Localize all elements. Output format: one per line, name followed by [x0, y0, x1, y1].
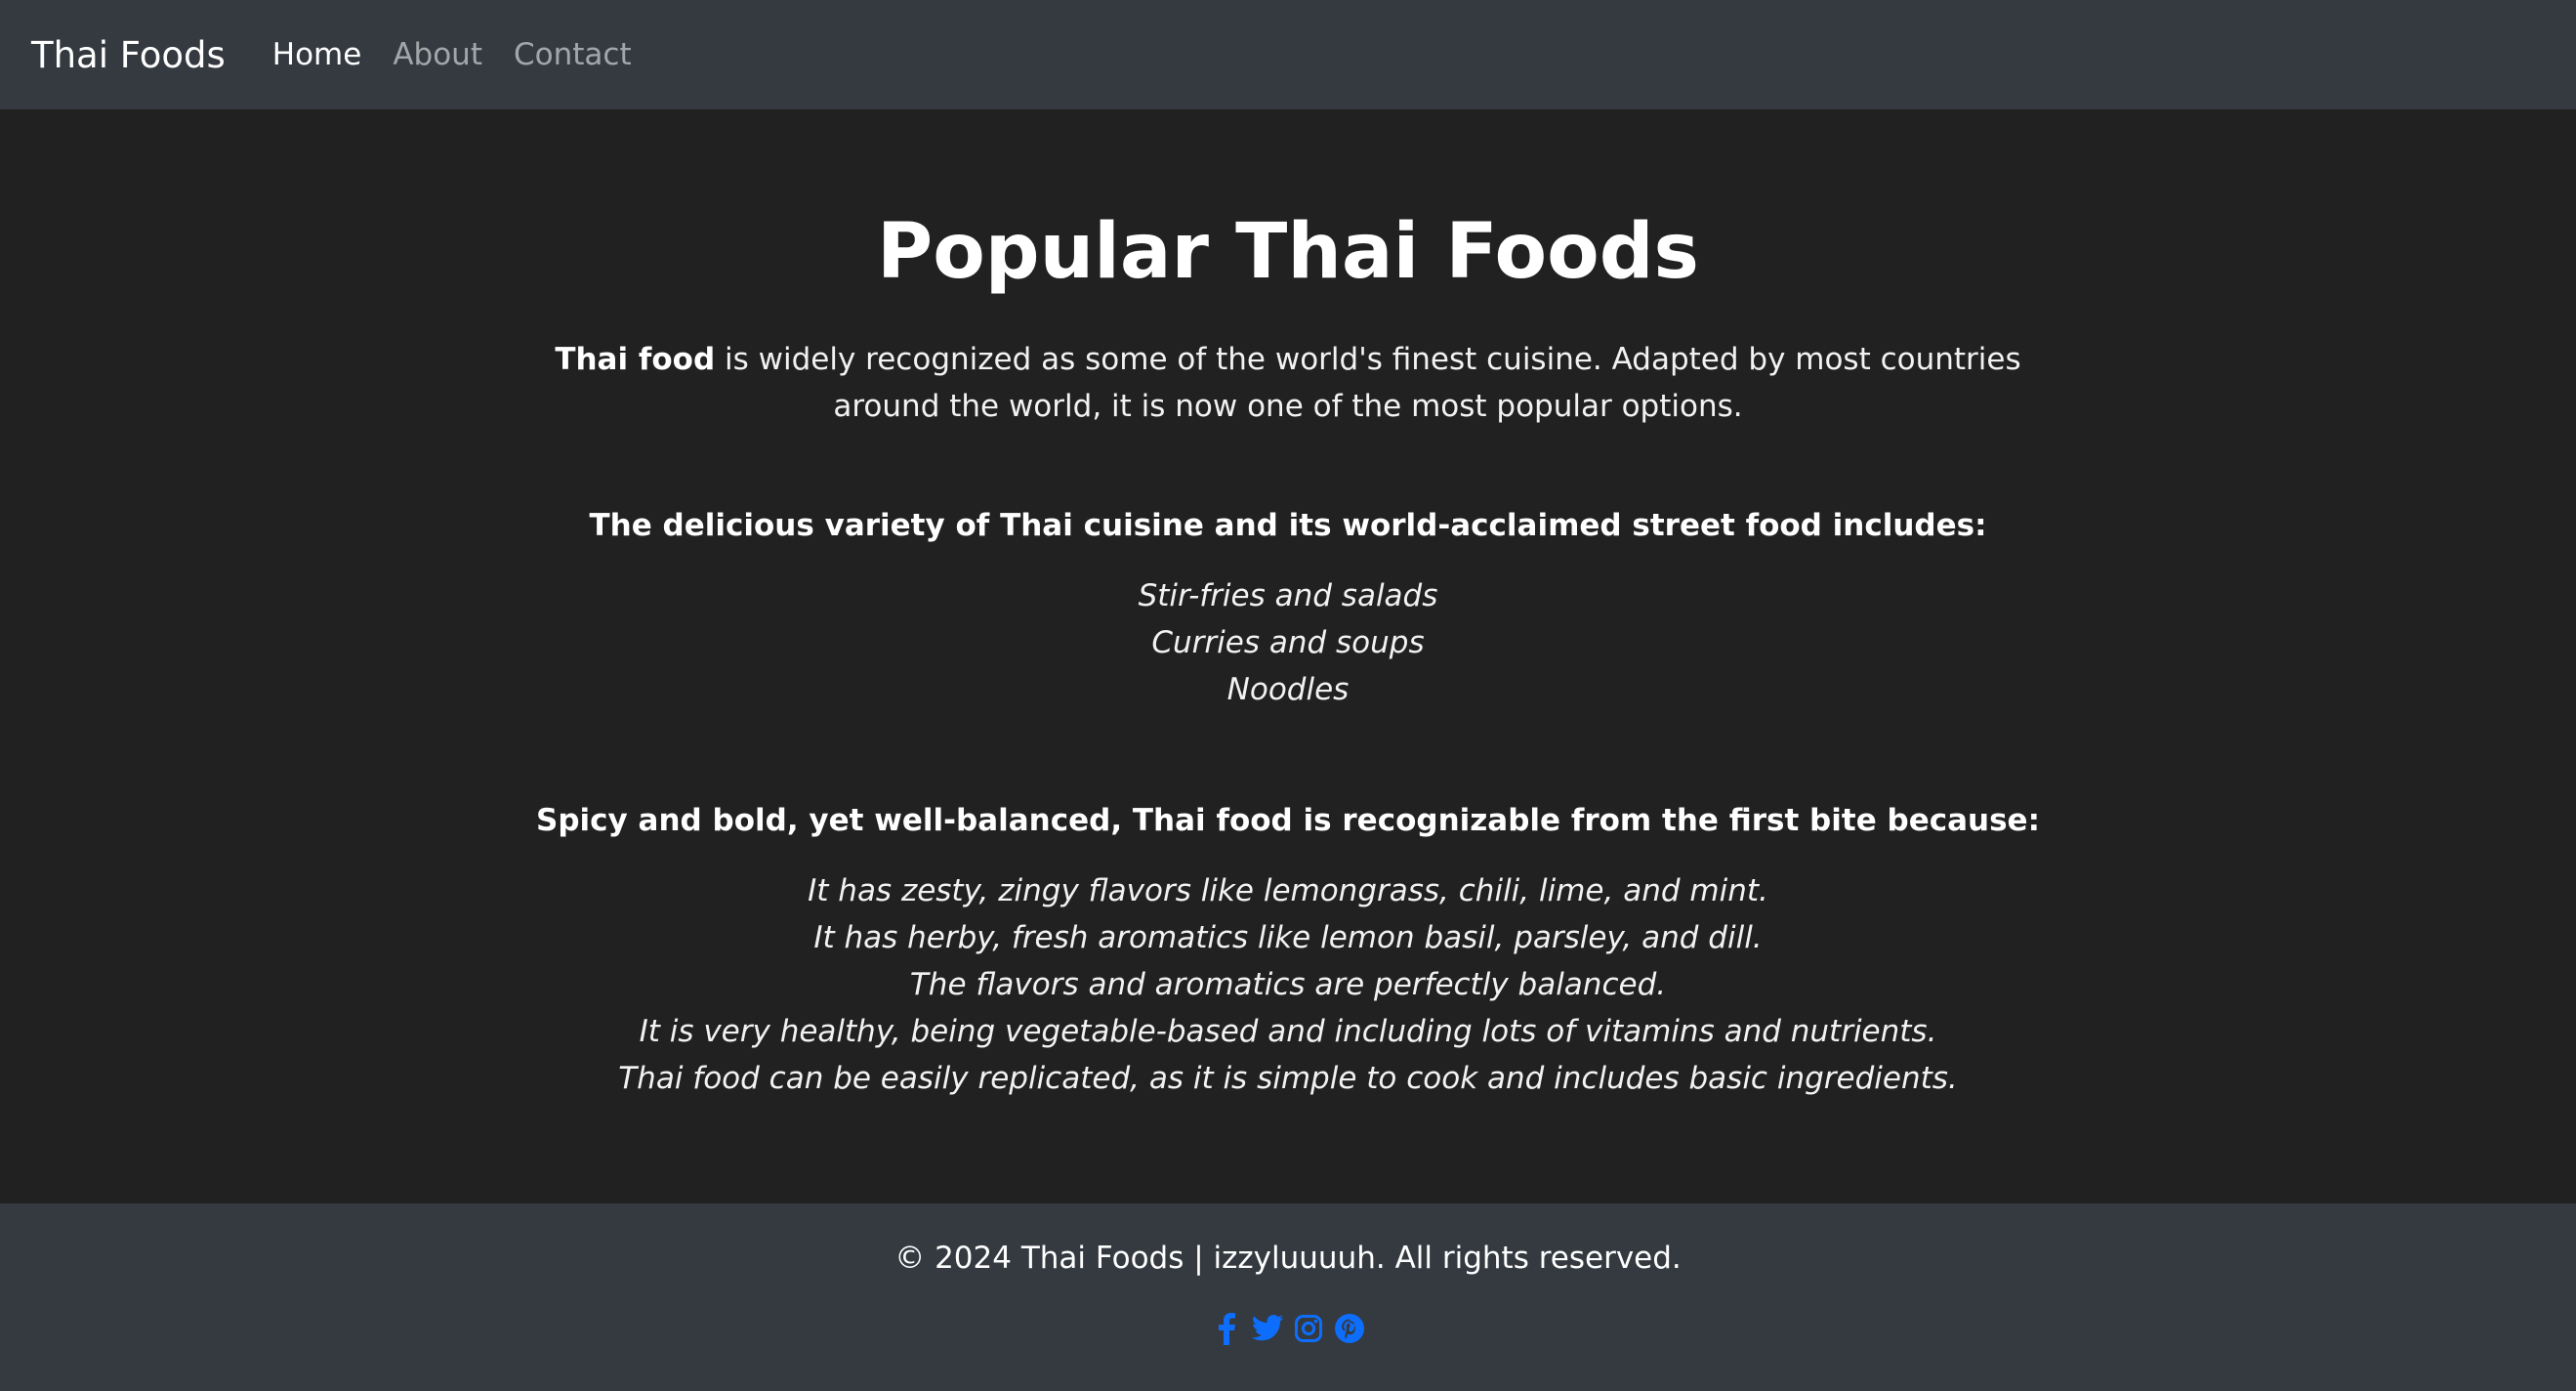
intro-text: is widely recognized as some of the worl… — [715, 341, 2021, 424]
list-item: Noodles — [1226, 671, 1350, 707]
list-item: Thai food can be easily replicated, as i… — [618, 1060, 1958, 1096]
reasons-list: It has zesty, zingy flavors like lemongr… — [0, 867, 2576, 1102]
list-item: Curries and soups — [1151, 624, 1425, 660]
copyright-text: © 2024 Thai Foods | izzyluuuuh. All righ… — [894, 1241, 1682, 1276]
main-content: Popular Thai Foods Thai food is widely r… — [0, 109, 2576, 1203]
list-item: It is very healthy, being vegetable-base… — [639, 1013, 1937, 1049]
intro-bold-text: Thai food — [555, 341, 716, 377]
facebook-icon[interactable] — [1210, 1312, 1243, 1346]
nav-links: Home About Contact — [272, 37, 663, 72]
variety-list: Stir-fries and salads Curries and soups … — [0, 572, 2576, 713]
reasons-heading: Spicy and bold, yet well-balanced, Thai … — [536, 802, 2040, 838]
intro-paragraph: Thai food is widely recognized as some o… — [546, 336, 2030, 430]
list-item: It has zesty, zingy flavors like lemongr… — [808, 872, 1768, 908]
navbar: Thai Foods Home About Contact — [0, 0, 2576, 109]
pinterest-icon[interactable] — [1333, 1312, 1366, 1345]
social-links — [0, 1312, 2576, 1346]
brand-link[interactable]: Thai Foods — [31, 34, 226, 76]
nav-link-contact[interactable]: Contact — [514, 37, 632, 72]
list-item: The flavors and aromatics are perfectly … — [909, 966, 1667, 1002]
footer: © 2024 Thai Foods | izzyluuuuh. All righ… — [0, 1203, 2576, 1391]
instagram-icon[interactable] — [1292, 1312, 1325, 1345]
nav-link-about[interactable]: About — [393, 37, 482, 72]
variety-heading: The delicious variety of Thai cuisine an… — [589, 507, 1987, 543]
twitter-icon[interactable] — [1251, 1312, 1284, 1345]
nav-link-home[interactable]: Home — [272, 37, 362, 72]
page-title: Popular Thai Foods — [877, 208, 1699, 296]
list-item: It has herby, fresh aromatics like lemon… — [813, 919, 1763, 955]
list-item: Stir-fries and salads — [1138, 577, 1438, 613]
